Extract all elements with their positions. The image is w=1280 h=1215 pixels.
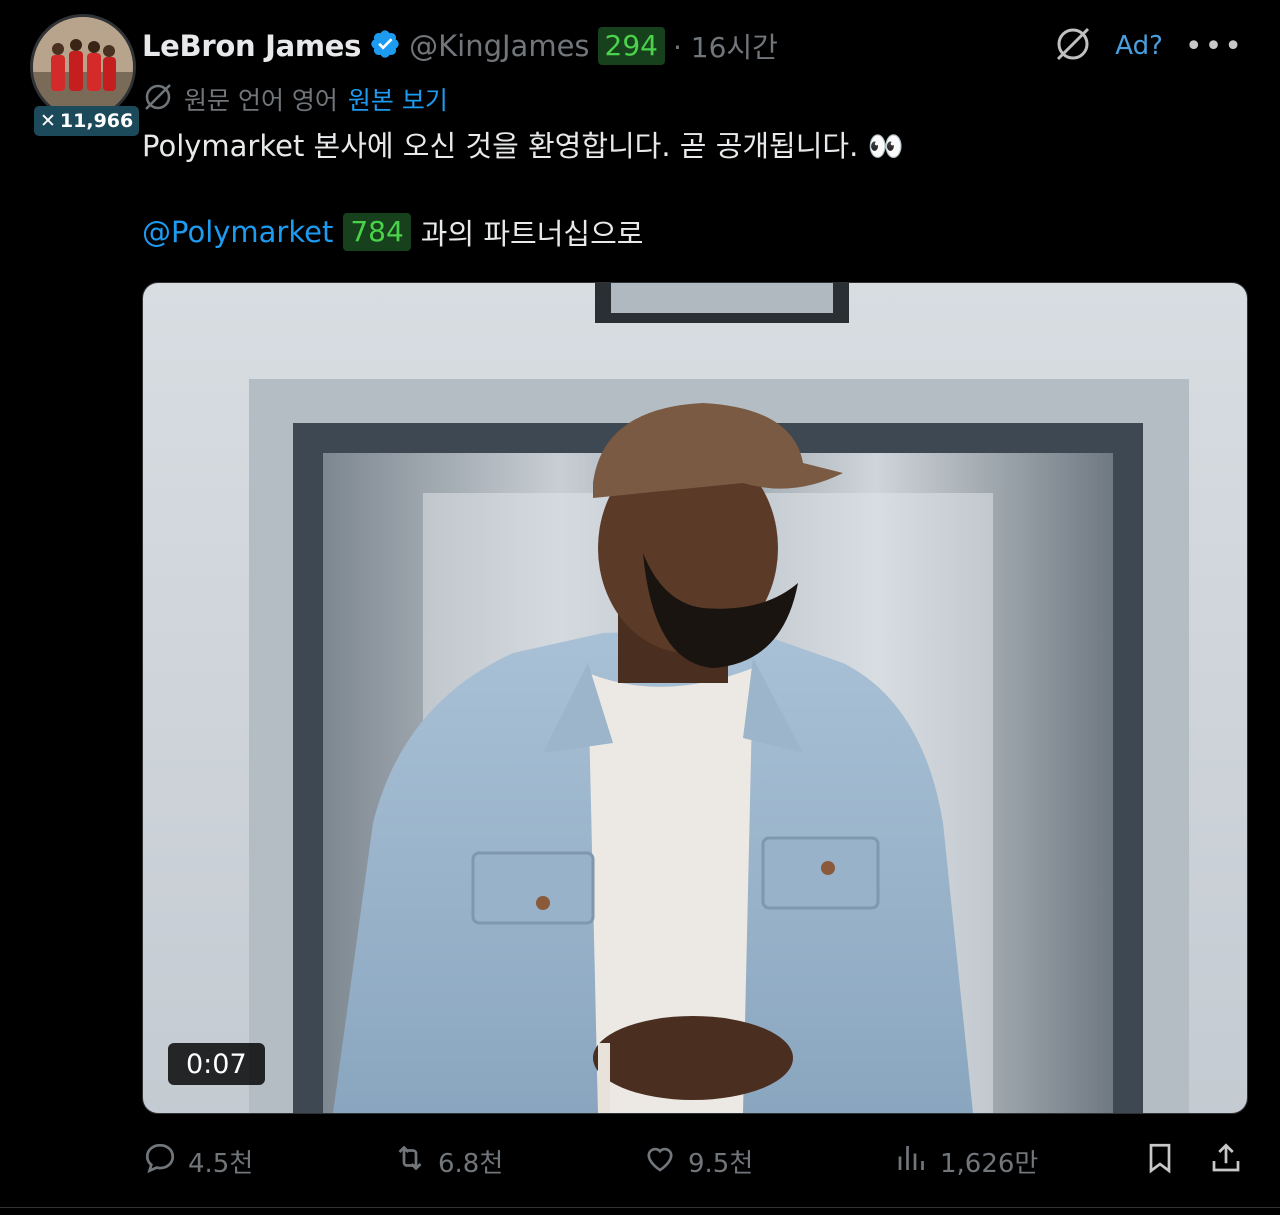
bookmark-button[interactable] (1142, 1138, 1178, 1184)
reply-count: 4.5천 (188, 1148, 254, 1179)
tweet: ✕ 11,966 LeBron James @KingJames 294 · 1… (0, 0, 1280, 1215)
repost-count: 6.8천 (438, 1148, 504, 1179)
avatar-container[interactable]: ✕ 11,966 (30, 14, 140, 136)
more-options-icon[interactable]: ••• (1185, 29, 1244, 64)
author-handle[interactable]: @KingJames (409, 29, 589, 63)
mention-count-badge: 784 (343, 213, 411, 251)
video-duration: 0:07 (168, 1043, 265, 1085)
avatar[interactable] (30, 14, 136, 120)
header-controls: Ad? ••• (1053, 24, 1244, 68)
reply-button[interactable]: 4.5천 (142, 1138, 253, 1184)
repost-icon (392, 1140, 428, 1183)
tweet-text-line2: @Polymarket 784 과의 파트너십으로 (142, 210, 643, 254)
show-original-link[interactable]: 원본 보기 (348, 81, 448, 117)
share-button[interactable] (1208, 1138, 1244, 1184)
tweet-header: LeBron James @KingJames 294 · 16시간 (142, 26, 778, 66)
verified-badge-icon (369, 28, 401, 64)
follower-badge: ✕ 11,966 (34, 106, 140, 136)
translation-label: 원문 언어 영어 (184, 86, 338, 115)
translation-row: 원문 언어 영어 원본 보기 (142, 80, 448, 118)
handle-count-badge: 294 (597, 27, 665, 65)
tweet-text-rest: 과의 파트너십으로 (420, 217, 644, 251)
video-frame (143, 283, 1247, 1113)
repost-button[interactable]: 6.8천 (392, 1138, 503, 1184)
views-count: 1,626만 (940, 1148, 1039, 1179)
action-bar: 4.5천 6.8천 9.5천 1,626만 (142, 1138, 1252, 1184)
author-name[interactable]: LeBron James (142, 29, 361, 63)
x-logo-icon: ✕ (40, 110, 56, 132)
translate-icon (142, 81, 174, 117)
no-sign-icon[interactable] (1053, 24, 1093, 68)
like-button[interactable]: 9.5천 (642, 1138, 753, 1184)
bookmark-icon (1142, 1140, 1178, 1183)
ad-link[interactable]: Ad? (1115, 31, 1163, 61)
divider (0, 1207, 1280, 1208)
share-icon (1208, 1140, 1244, 1183)
mention-link[interactable]: @Polymarket (142, 215, 333, 249)
views-icon (894, 1140, 930, 1183)
reply-icon (142, 1140, 178, 1183)
views-button[interactable]: 1,626만 (894, 1138, 1038, 1184)
tweet-time[interactable]: · 16시간 (673, 26, 778, 66)
follower-count: 11,966 (59, 110, 134, 132)
video-player[interactable] (142, 282, 1248, 1114)
like-count: 9.5천 (688, 1148, 754, 1179)
tweet-text-line1: Polymarket 본사에 오신 것을 환영합니다. 곧 공개됩니다. 👀 (142, 129, 904, 163)
like-icon (642, 1140, 678, 1183)
